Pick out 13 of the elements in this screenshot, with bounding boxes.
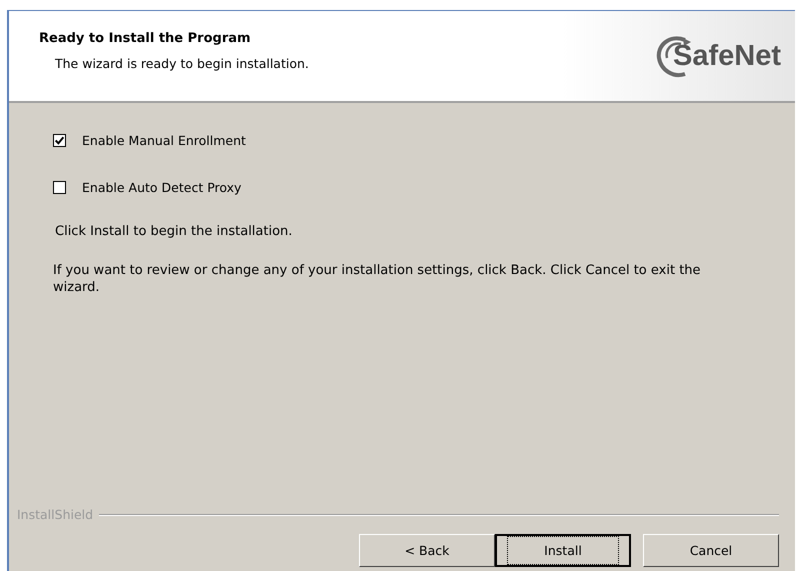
instruction-text: Click Install to begin the installation. (55, 223, 294, 240)
checkbox-label: Enable Manual Enrollment (82, 133, 246, 148)
brand-label: InstallShield (16, 507, 94, 522)
checkbox[interactable] (53, 134, 66, 147)
dialog-button[interactable]: Install (495, 534, 631, 567)
page-subtitle: The wizard is ready to begin installation. (54, 56, 309, 71)
checkbox-label: Enable Auto Detect Proxy (82, 180, 242, 195)
instruction-text: If you want to review or change any of your installation settings, click Back. Click Cancel to exit the wizard. (53, 262, 702, 296)
page-title: Ready to Install the Program (39, 31, 252, 46)
dialog-button[interactable]: Cancel (643, 534, 779, 567)
checkbox[interactable] (53, 181, 66, 194)
logo-text: SafeNet (673, 40, 781, 72)
dialog-button[interactable]: < Back (359, 534, 495, 567)
